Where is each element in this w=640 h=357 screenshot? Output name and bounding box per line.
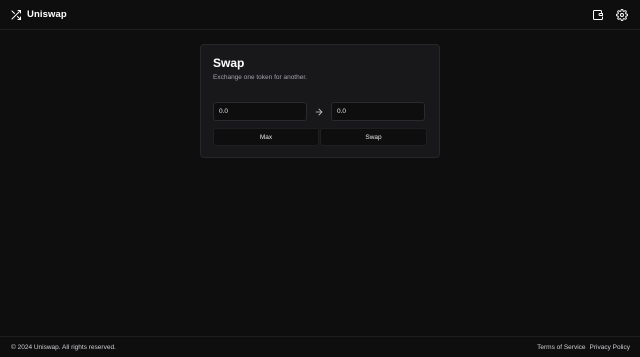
swap-inputs-row bbox=[213, 102, 425, 121]
card-subtitle: Exchange one token for another. bbox=[213, 74, 307, 81]
copyright-text: © 2024 Uniswap. All rights reserved. bbox=[11, 343, 116, 351]
max-button[interactable]: Max bbox=[213, 128, 319, 146]
privacy-link[interactable]: Privacy Policy bbox=[590, 344, 630, 351]
to-amount-input[interactable] bbox=[331, 102, 425, 121]
swap-card: Swap Exchange one token for another. Max… bbox=[200, 44, 440, 158]
arrow-right-icon bbox=[307, 107, 331, 117]
swap-button[interactable]: Swap bbox=[320, 128, 427, 146]
brand[interactable]: Uniswap bbox=[10, 9, 67, 21]
from-amount-input[interactable] bbox=[213, 102, 307, 121]
wallet-icon[interactable] bbox=[592, 9, 604, 21]
action-buttons: Max Swap bbox=[213, 128, 427, 146]
card-title: Swap bbox=[213, 56, 245, 70]
brand-name: Uniswap bbox=[27, 9, 67, 20]
gear-icon[interactable] bbox=[616, 8, 628, 21]
footer-links: Terms of Service Privacy Policy bbox=[537, 344, 630, 351]
header-actions bbox=[592, 8, 630, 21]
terms-link[interactable]: Terms of Service bbox=[537, 344, 585, 351]
top-header: Uniswap bbox=[0, 0, 640, 30]
footer: © 2024 Uniswap. All rights reserved. Ter… bbox=[0, 336, 640, 357]
shuffle-icon bbox=[10, 9, 22, 21]
